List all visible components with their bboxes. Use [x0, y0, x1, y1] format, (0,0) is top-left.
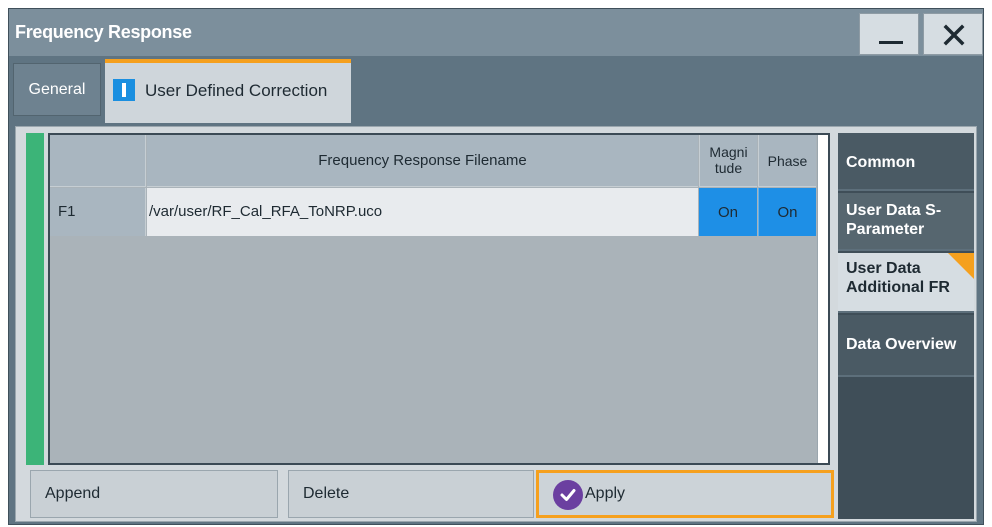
apply-button[interactable]: Apply	[536, 470, 834, 518]
row-phase-label: On	[777, 203, 798, 221]
table-row-id-cell[interactable]: F1	[50, 188, 146, 236]
content-panel: Frequency Response Filename Magni tude P…	[15, 126, 977, 522]
side-nav-data-overview[interactable]: Data Overview	[838, 315, 974, 377]
side-nav-common-label: Common	[846, 154, 916, 171]
table-row-phase-toggle[interactable]: On	[758, 188, 816, 236]
side-navigation: Common User Data S-Parameter User Data A…	[838, 133, 974, 519]
tab-general-label: General	[28, 80, 86, 98]
side-nav-additional-fr-label: User Data Additional FR	[846, 260, 950, 296]
vertical-scrollbar[interactable]	[817, 135, 828, 463]
column-header-magnitude: Magni tude	[699, 135, 757, 187]
side-nav-user-data-s-parameter[interactable]: User Data S-Parameter	[838, 193, 974, 251]
checkmark-icon	[553, 480, 583, 510]
active-corner-marker	[948, 253, 974, 279]
info-icon	[113, 79, 135, 101]
status-strip	[26, 133, 44, 465]
column-header-id	[50, 135, 146, 187]
table-row-magnitude-toggle[interactable]: On	[699, 188, 757, 236]
column-header-magnitude-label: Magni tude	[709, 144, 748, 176]
delete-button[interactable]: Delete	[288, 470, 534, 518]
row-filename-label: /var/user/RF_Cal_RFA_ToNRP.uco	[149, 203, 383, 220]
frequency-response-window: Frequency Response General User Defined …	[8, 8, 984, 525]
tab-user-defined-correction-label: User Defined Correction	[145, 81, 328, 100]
close-icon	[924, 14, 984, 56]
append-button-label: Append	[45, 485, 101, 502]
column-header-filename: Frequency Response Filename	[147, 135, 698, 187]
append-button[interactable]: Append	[30, 470, 278, 518]
close-button[interactable]	[923, 13, 983, 55]
minimize-icon	[879, 41, 903, 44]
window-title: Frequency Response	[15, 22, 192, 42]
column-header-filename-label: Frequency Response Filename	[318, 152, 527, 169]
row-id-label: F1	[58, 203, 76, 220]
side-nav-user-data-additional-fr[interactable]: User Data Additional FR	[838, 253, 974, 313]
side-nav-s-parameter-label: User Data S-Parameter	[846, 202, 942, 238]
delete-button-label: Delete	[303, 485, 350, 502]
minimize-button[interactable]	[859, 13, 919, 55]
column-header-phase: Phase	[758, 135, 816, 187]
apply-button-label: Apply	[585, 485, 626, 502]
side-nav-common[interactable]: Common	[838, 133, 974, 191]
row-magnitude-label: On	[717, 203, 738, 221]
frequency-response-table: Frequency Response Filename Magni tude P…	[48, 133, 830, 465]
title-bar: Frequency Response	[9, 9, 983, 56]
tab-general[interactable]: General	[13, 63, 101, 116]
side-nav-data-overview-label: Data Overview	[846, 336, 957, 353]
table-row-filename-cell[interactable]: /var/user/RF_Cal_RFA_ToNRP.uco	[147, 188, 698, 236]
tab-user-defined-correction[interactable]: User Defined Correction	[105, 59, 351, 123]
tab-bar: General User Defined Correction	[9, 57, 983, 123]
column-header-phase-label: Phase	[767, 152, 808, 169]
